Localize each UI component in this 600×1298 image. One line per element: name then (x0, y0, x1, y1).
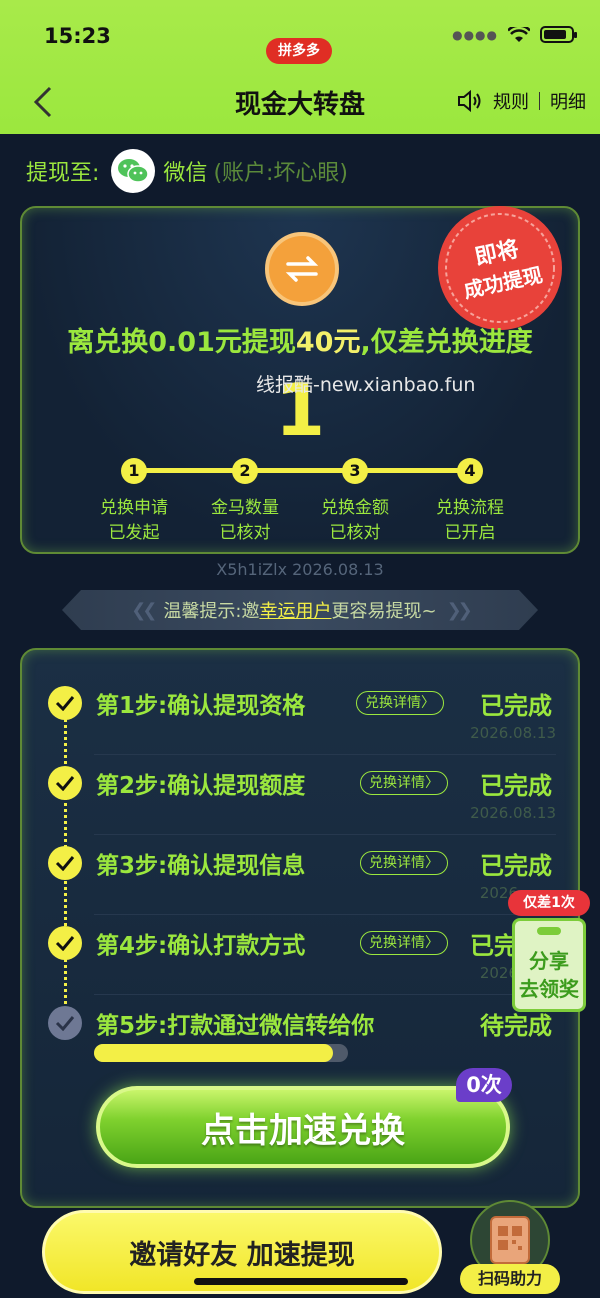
step-label-line1: 兑换金额 (321, 498, 389, 518)
headline-amount: 40元 (295, 327, 361, 358)
headline-suffix: ,仅差兑换进度 (360, 327, 533, 358)
progress-step-dot: 2 (232, 458, 258, 484)
signal-icon: ●●●● (452, 27, 498, 42)
nav-actions: 规则 明细 (457, 88, 586, 114)
nav-bar: 现金大转盘 规则 明细 (0, 80, 600, 124)
rules-link[interactable]: 规则 (493, 88, 529, 114)
progress-step-label: 兑换金额 已核对 (295, 496, 415, 546)
check-icon (48, 686, 82, 720)
progress-step-dot: 1 (121, 458, 147, 484)
watermark-text: 线报酷-new.xianbao.fun (256, 374, 476, 396)
steps-card: 第1步:确认提现资格 兑换详情〉 已完成 2026.08.13 第2步:确认提现… (20, 648, 580, 1208)
tip-highlight[interactable]: 幸运用户 (259, 597, 331, 623)
step-row: 第2步:确认提现额度 兑换详情〉 已完成 2026.08.13 (22, 730, 578, 835)
step-title: 第2步:确认提现额度 (96, 773, 306, 799)
count-badge: 0次 (456, 1068, 512, 1102)
wifi-icon (508, 26, 530, 42)
chevron-right-icon: ❯❯ (446, 599, 473, 621)
nav-divider (539, 92, 540, 110)
step-row: 第5步:打款通过微信转给你 待完成 (22, 970, 578, 1050)
detail-link[interactable]: 兑换详情〉 (360, 851, 448, 875)
step-status: 已完成 (480, 692, 552, 720)
battery-icon (540, 26, 577, 43)
step-label-line1: 金马数量 (211, 498, 279, 518)
progress-step-label: 兑换流程 已开启 (410, 496, 530, 546)
success-stamp: 即将 成功提现 (438, 206, 562, 330)
share-float-button[interactable]: 仅差1次 分享 去领奖 (508, 890, 590, 1020)
step-label-line1: 兑换流程 (436, 498, 504, 518)
check-icon (48, 846, 82, 880)
scan-label: 扫码助力 (460, 1264, 560, 1294)
step-label-line1: 兑换申请 (100, 498, 168, 518)
status-icons: ●●●● (452, 26, 577, 43)
tip-prefix: 温馨提示:邀 (163, 601, 260, 622)
step-label-line2: 已开启 (444, 523, 496, 543)
step-label-line2: 已核对 (329, 523, 381, 543)
share-line2: 去领奖 (519, 977, 579, 1001)
share-line1: 分享 (529, 949, 569, 973)
withdraw-target: 提现至: 微信 (账户:坏心眼) (26, 148, 348, 194)
detail-label: 兑换详情 (369, 775, 425, 791)
step-title: 第3步:确认提现信息 (96, 853, 306, 879)
share-box[interactable]: 分享 去领奖 (512, 918, 586, 1012)
share-tag: 仅差1次 (508, 890, 590, 916)
step5-progress-bar (94, 1044, 348, 1062)
app-badge: 拼多多 (266, 38, 332, 64)
step-row: 第4步:确认打款方式 兑换详情〉 已完 2026 (22, 890, 578, 995)
exchange-icon (265, 232, 339, 306)
tip-suffix: 更容易提现~ (331, 601, 437, 622)
withdraw-account: (账户:坏心眼) (213, 161, 349, 186)
step-title: 第4步:确认打款方式 (96, 933, 306, 959)
detail-label: 兑换详情 (365, 695, 421, 711)
withdraw-label: 提现至: (26, 161, 100, 186)
detail-label: 兑换详情 (369, 935, 425, 951)
status-time: 15:23 (44, 24, 111, 48)
details-link[interactable]: 明细 (550, 88, 586, 114)
progress-step-label: 金马数量 已核对 (185, 496, 305, 546)
step-title: 第1步:确认提现资格 (96, 693, 306, 719)
detail-link[interactable]: 兑换详情〉 (356, 691, 444, 715)
tip-banner: ❮❮ 温馨提示:邀 幸运用户 更容易提现~ ❯❯ (62, 590, 538, 630)
step-title: 第5步:打款通过微信转给你 (96, 1013, 375, 1039)
check-icon (48, 766, 82, 800)
step-label-line2: 已核对 (219, 523, 271, 543)
progress-step-dot: 3 (342, 458, 368, 484)
top-bar: 15:23 拼多多 ●●●● 现金大转盘 规则 明细 (0, 0, 600, 134)
accelerate-button[interactable]: 点击加速兑换 (96, 1086, 510, 1168)
qr-code-icon (490, 1216, 530, 1264)
home-indicator (194, 1278, 408, 1285)
order-code: X5h1iZlx 2026.08.13 (216, 560, 384, 579)
progress-line (134, 468, 470, 473)
step5-progress-fill (94, 1044, 333, 1062)
detail-link[interactable]: 兑换详情〉 (360, 771, 448, 795)
headline-prefix: 离兑换0.01元提现 (67, 327, 296, 358)
detail-label: 兑换详情 (369, 855, 425, 871)
step-status: 已完成 (480, 772, 552, 800)
status-bar: 15:23 拼多多 ●●●● (0, 22, 600, 64)
step-status: 已完成 (480, 852, 552, 880)
progress-step-label: 兑换申请 已发起 (74, 496, 194, 546)
progress-step-dot: 4 (457, 458, 483, 484)
check-icon (48, 926, 82, 960)
step-label-line2: 已发起 (108, 523, 160, 543)
withdraw-channel: 微信 (163, 161, 208, 186)
step-row: 第3步:确认提现信息 兑换详情〉 已完成 2026 (22, 810, 578, 915)
detail-link[interactable]: 兑换详情〉 (360, 931, 448, 955)
progress-card: 即将 成功提现 离兑换0.01元提现40元,仅差兑换进度 1 线报酷-new.x… (20, 206, 580, 554)
check-icon (48, 1006, 82, 1040)
wechat-icon (111, 149, 156, 193)
sound-icon[interactable] (457, 89, 483, 113)
progress-headline: 离兑换0.01元提现40元,仅差兑换进度 (22, 320, 578, 359)
step-row: 第1步:确认提现资格 兑换详情〉 已完成 2026.08.13 (22, 650, 578, 755)
chevron-left-icon: ❮❮ (131, 599, 157, 621)
scan-button[interactable]: 扫码助力 (460, 1200, 560, 1296)
